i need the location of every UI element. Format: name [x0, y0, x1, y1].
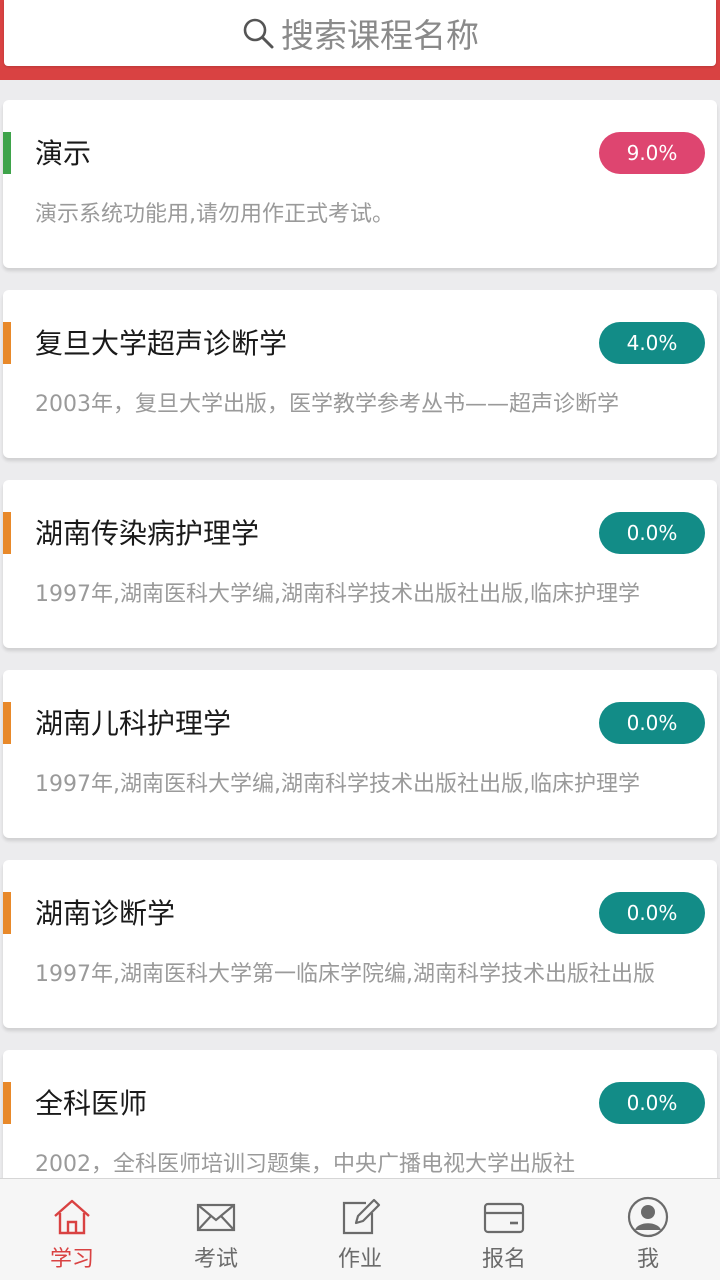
course-card[interactable]: 复旦大学超声诊断学 4.0% 2003年，复旦大学出版，医学教学参考丛书——超声… — [3, 290, 717, 458]
nav-item-exam[interactable]: 考试 — [144, 1179, 288, 1280]
search-input[interactable]: 搜索课程名称 — [4, 0, 716, 66]
progress-badge: 4.0% — [599, 322, 705, 364]
progress-badge: 0.0% — [599, 1082, 705, 1124]
course-title: 复旦大学超声诊断学 — [35, 327, 288, 360]
card-icon — [483, 1202, 525, 1234]
nav-item-homework[interactable]: 作业 — [288, 1179, 432, 1280]
course-list[interactable]: 演示 9.0% 演示系统功能用,请勿用作正式考试。 复旦大学超声诊断学 4.0%… — [0, 100, 720, 1178]
course-stripe — [3, 512, 11, 554]
course-title: 全科医师 — [35, 1087, 148, 1120]
course-stripe — [3, 702, 11, 744]
course-title: 湖南儿科护理学 — [35, 707, 232, 740]
nav-item-enroll[interactable]: 报名 — [432, 1179, 576, 1280]
progress-badge: 9.0% — [599, 132, 705, 174]
search-placeholder: 搜索课程名称 — [281, 16, 479, 55]
course-card[interactable]: 全科医师 0.0% 2002，全科医师培训习题集，中央广播电视大学出版社 — [3, 1050, 717, 1178]
nav-label: 报名 — [481, 1247, 526, 1272]
course-description: 1997年,湖南医科大学编,湖南科学技术出版社出版,临床护理学 — [35, 772, 640, 797]
home-icon — [54, 1199, 90, 1235]
course-stripe — [3, 322, 11, 364]
search-icon — [243, 18, 274, 49]
bottom-nav: 学习 考试 作业 报名 我 — [0, 1178, 720, 1280]
course-title: 湖南传染病护理学 — [35, 517, 260, 550]
nav-item-me[interactable]: 我 — [576, 1179, 720, 1280]
course-stripe — [3, 132, 11, 174]
edit-icon — [342, 1198, 381, 1235]
course-card[interactable]: 湖南诊断学 0.0% 1997年,湖南医科大学第一临床学院编,湖南科学技术出版社… — [3, 860, 717, 1028]
nav-label: 考试 — [193, 1247, 238, 1272]
header-bar: 搜索课程名称 — [0, 0, 720, 80]
course-card[interactable]: 湖南儿科护理学 0.0% 1997年,湖南医科大学编,湖南科学技术出版社出版,临… — [3, 670, 717, 838]
course-card[interactable]: 湖南传染病护理学 0.0% 1997年,湖南医科大学编,湖南科学技术出版社出版,… — [3, 480, 717, 648]
nav-label: 学习 — [49, 1247, 94, 1272]
progress-badge: 0.0% — [599, 702, 705, 744]
course-description: 2002，全科医师培训习题集，中央广播电视大学出版社 — [35, 1152, 575, 1177]
course-title: 湖南诊断学 — [35, 897, 176, 930]
nav-label: 作业 — [337, 1247, 382, 1272]
course-title: 演示 — [35, 137, 92, 170]
course-description: 演示系统功能用,请勿用作正式考试。 — [35, 202, 394, 227]
course-description: 1997年,湖南医科大学第一临床学院编,湖南科学技术出版社出版 — [35, 962, 655, 987]
course-description: 1997年,湖南医科大学编,湖南科学技术出版社出版,临床护理学 — [35, 582, 640, 607]
user-icon — [627, 1196, 669, 1238]
course-stripe — [3, 1082, 11, 1124]
course-card[interactable]: 演示 9.0% 演示系统功能用,请勿用作正式考试。 — [3, 100, 717, 268]
search-placeholder-group: 搜索课程名称 — [241, 9, 479, 57]
course-stripe — [3, 892, 11, 934]
course-description: 2003年，复旦大学出版，医学教学参考丛书——超声诊断学 — [35, 392, 619, 417]
progress-badge: 0.0% — [599, 512, 705, 554]
mail-icon — [196, 1203, 236, 1232]
progress-badge: 0.0% — [599, 892, 705, 934]
nav-label: 我 — [636, 1247, 659, 1272]
nav-item-study[interactable]: 学习 — [0, 1179, 144, 1280]
